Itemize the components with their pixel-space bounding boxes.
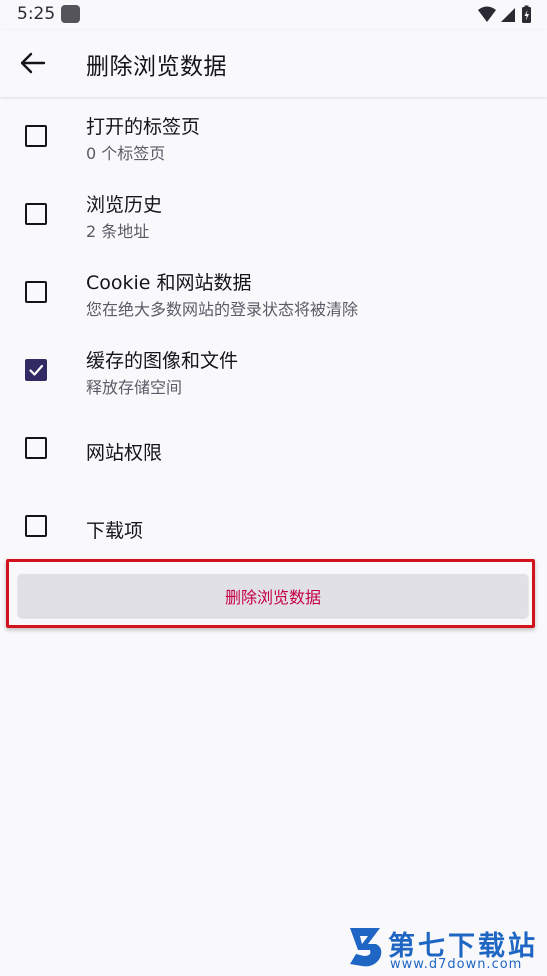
checkbox[interactable] (25, 437, 47, 459)
delete-browsing-data-button[interactable]: 删除浏览数据 (18, 574, 528, 617)
option-subtitle: 释放存储空间 (86, 378, 183, 397)
checkbox-checked[interactable] (25, 359, 47, 381)
option-open-tabs[interactable]: 打开的标签页 0 个标签页 (0, 98, 547, 176)
option-title: 下载项 (86, 520, 144, 542)
back-arrow-icon (20, 52, 46, 74)
option-subtitle: 2 条地址 (86, 222, 150, 241)
option-title: 网站权限 (86, 442, 163, 464)
app-bar: 删除浏览数据 (0, 30, 547, 97)
status-time: 5:25 (17, 4, 56, 24)
watermark: 第七下载站 www.d7down.com (346, 924, 541, 972)
notification-app-icon (61, 5, 80, 23)
checkmark-icon (29, 364, 44, 376)
signal-icon (501, 8, 515, 22)
checkbox[interactable] (25, 515, 47, 537)
checkbox[interactable] (25, 125, 47, 147)
wifi-icon (478, 6, 496, 22)
checkbox[interactable] (25, 281, 47, 303)
battery-charging-icon (522, 5, 531, 23)
watermark-logo-icon (350, 928, 382, 967)
option-subtitle: 您在绝大多数网站的登录状态将被清除 (86, 300, 359, 319)
option-downloads[interactable]: 下载项 (0, 488, 547, 566)
checkbox[interactable] (25, 203, 47, 225)
watermark-url: www.d7down.com (390, 957, 523, 972)
option-cookies[interactable]: Cookie 和网站数据 您在绝大多数网站的登录状态将被清除 (0, 254, 547, 332)
status-icons (477, 5, 533, 25)
option-title: 打开的标签页 (86, 116, 201, 138)
option-site-permissions[interactable]: 网站权限 (0, 410, 547, 488)
options-list: 打开的标签页 0 个标签页 浏览历史 2 条地址 Cookie 和网站数据 您在… (0, 98, 547, 566)
option-subtitle: 0 个标签页 (86, 144, 166, 163)
option-browsing-history[interactable]: 浏览历史 2 条地址 (0, 176, 547, 254)
option-cached-images[interactable]: 缓存的图像和文件 释放存储空间 (0, 332, 547, 410)
option-title: 缓存的图像和文件 (86, 350, 239, 372)
status-bar: 5:25 (0, 0, 547, 30)
option-title: Cookie 和网站数据 (86, 272, 252, 294)
option-title: 浏览历史 (86, 194, 163, 216)
page-title: 删除浏览数据 (86, 54, 227, 80)
back-button[interactable] (14, 44, 52, 82)
